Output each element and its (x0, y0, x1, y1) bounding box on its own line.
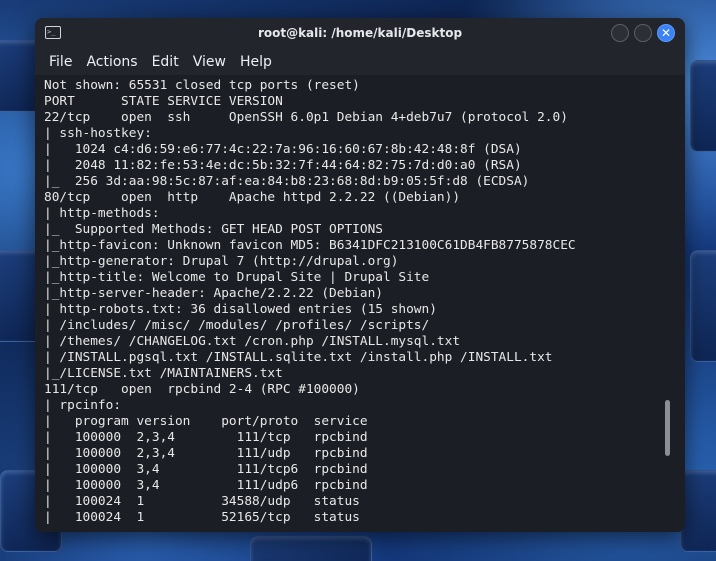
terminal-line: | /includes/ /misc/ /modules/ /profiles/… (44, 318, 430, 333)
terminal-line: |_http-server-header: Apache/2.2.22 (Deb… (44, 286, 383, 301)
terminal-line: |_http-generator: Drupal 7 (http://drupa… (44, 254, 399, 269)
terminal-line: | /INSTALL.pgsql.txt /INSTALL.sqlite.txt… (44, 350, 553, 365)
menu-edit[interactable]: Edit (152, 54, 179, 70)
terminal-line: | 100000 3,4 111/udp6 rpcbind (44, 478, 368, 493)
menu-file[interactable]: File (49, 54, 72, 70)
menu-bar: File Actions Edit View Help (35, 49, 685, 75)
terminal-line: |_ Supported Methods: GET HEAD POST OPTI… (44, 222, 383, 237)
terminal-line: 111/tcp open rpcbind 2-4 (RPC #100000) (44, 382, 360, 397)
terminal-line: | 2048 11:82:fe:53:4e:dc:5b:32:7f:44:64:… (44, 158, 522, 173)
terminal-line: Not shown: 65531 closed tcp ports (reset… (44, 78, 360, 93)
terminal-line: | 100000 2,3,4 111/tcp rpcbind (44, 430, 368, 445)
terminal-line: 80/tcp open http Apache httpd 2.2.22 ((D… (44, 190, 461, 205)
terminal-line: | program version port/proto service (44, 414, 368, 429)
terminal-line: | 100000 2,3,4 111/udp rpcbind (44, 446, 368, 461)
close-icon: ✕ (660, 26, 672, 40)
terminal-line: | 100024 1 52165/tcp status (44, 510, 360, 525)
wallpaper-key-shape (690, 250, 716, 362)
maximize-button[interactable] (634, 24, 652, 42)
terminal-line: | 100024 1 34588/udp status (44, 494, 360, 509)
terminal-output[interactable]: Not shown: 65531 closed tcp ports (reset… (35, 75, 685, 532)
terminal-window[interactable]: >_ root@kali: /home/kali/Desktop ✕ File … (35, 18, 685, 532)
menu-help[interactable]: Help (240, 54, 272, 70)
terminal-line: | 100000 3,4 111/tcp6 rpcbind (44, 462, 368, 477)
terminal-line: |_/LICENSE.txt /MAINTAINERS.txt (44, 366, 283, 381)
title-bar[interactable]: >_ root@kali: /home/kali/Desktop ✕ (35, 18, 685, 49)
terminal-line: |_http-title: Welcome to Drupal Site | D… (44, 270, 430, 285)
menu-view[interactable]: View (193, 54, 226, 70)
wallpaper-key-shape (680, 470, 716, 552)
minimize-button[interactable] (611, 24, 629, 42)
close-button[interactable]: ✕ (657, 24, 675, 42)
terminal-line: | rpcinfo: (44, 398, 122, 413)
menu-actions[interactable]: Actions (86, 54, 137, 70)
terminal-line: | http-methods: (44, 206, 160, 221)
terminal-line: | http-robots.txt: 36 disallowed entries… (44, 302, 437, 317)
terminal-line: | 1024 c4:d6:59:e6:77:4c:22:7a:96:16:60:… (44, 142, 522, 157)
terminal-line: |_http-favicon: Unknown favicon MD5: B63… (44, 238, 576, 253)
window-title: root@kali: /home/kali/Desktop (257, 26, 463, 40)
terminal-line: | /themes/ /CHANGELOG.txt /cron.php /INS… (44, 334, 461, 349)
wallpaper-key-shape (250, 536, 372, 561)
terminal-line: 22/tcp open ssh OpenSSH 6.0p1 Debian 4+d… (44, 110, 568, 125)
terminal-line: |_ 256 3d:aa:98:5c:87:af:ea:84:b8:23:68:… (44, 174, 530, 189)
terminal-line: | ssh-hostkey: (44, 126, 152, 141)
scrollbar-thumb[interactable] (665, 400, 670, 456)
wallpaper-key-shape (690, 60, 716, 152)
terminal-line: PORT STATE SERVICE VERSION (44, 94, 283, 109)
